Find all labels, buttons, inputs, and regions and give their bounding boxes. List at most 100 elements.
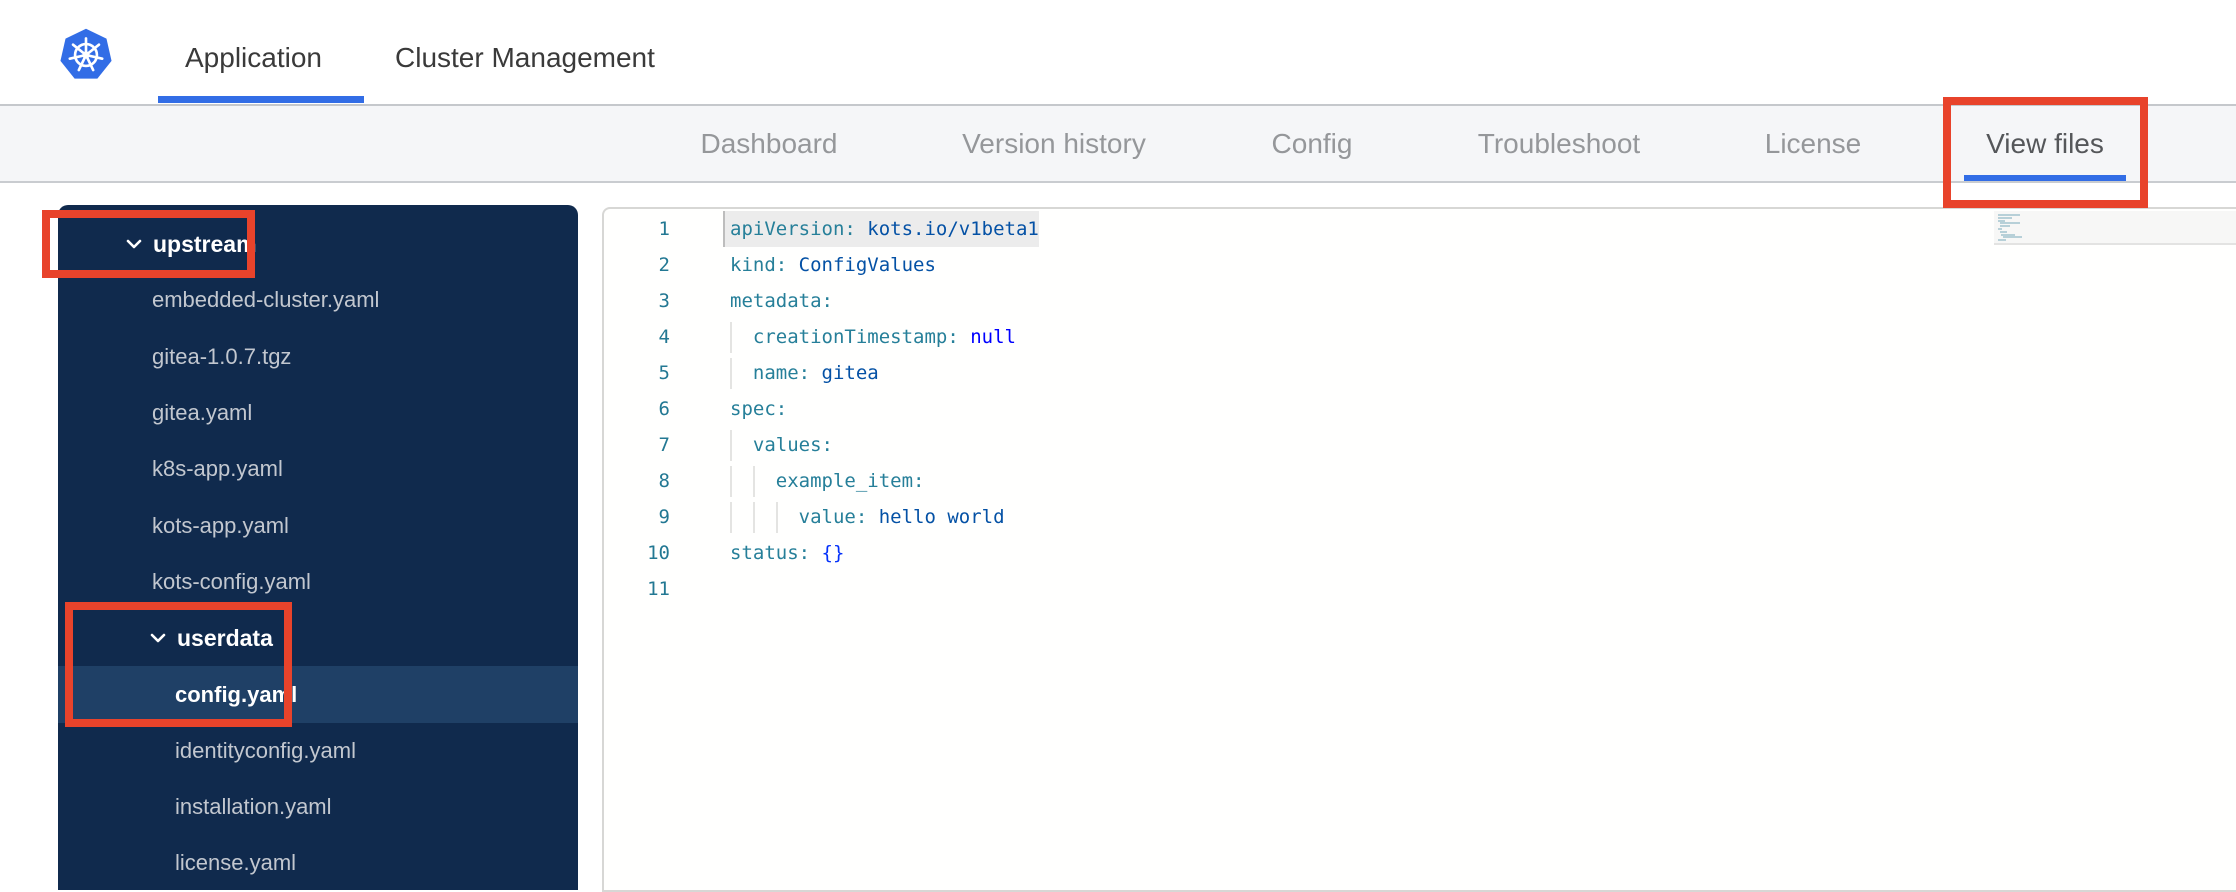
- code-line-1[interactable]: 1 apiVersion: kots.io/v1beta1: [604, 211, 2236, 247]
- code-line-2[interactable]: 2 kind: ConfigValues: [604, 247, 2236, 283]
- minimap-line-mark: [1998, 216, 2013, 219]
- view-files-active-underline: [1964, 175, 2126, 181]
- line-number: 8: [658, 470, 670, 492]
- code-line-content: metadata:: [730, 283, 833, 319]
- code-line-content: kind: ConfigValues: [730, 247, 936, 283]
- minimap-line-mark: [1998, 214, 2020, 216]
- token-key: name:: [752, 362, 811, 384]
- line-number: 2: [658, 254, 670, 276]
- tree-item-label: gitea.yaml: [152, 400, 253, 426]
- code-line-content: spec:: [730, 391, 787, 427]
- tree-item-label: config.yaml: [175, 681, 298, 707]
- code-line-content: apiVersion: kots.io/v1beta1: [723, 211, 1039, 247]
- token-keyword: null: [970, 326, 1016, 348]
- tab-cluster-management[interactable]: Cluster Management: [395, 42, 655, 74]
- code-line-4[interactable]: 4 creationTimestamp: null: [604, 319, 2236, 355]
- token-key: kind:: [730, 254, 788, 276]
- indent-guide: [730, 430, 732, 461]
- tree-file-k8s-app-yaml[interactable]: k8s-app.yaml: [58, 441, 578, 497]
- minimap-line-mark: [1998, 228, 2002, 230]
- line-number: 1: [658, 218, 670, 240]
- indent-guide: [775, 502, 778, 533]
- code-line-11[interactable]: 11: [604, 571, 2236, 607]
- tree-file-gitea-yaml[interactable]: gitea.yaml: [58, 385, 578, 441]
- tree-folder-upstream[interactable]: upstream: [58, 216, 578, 272]
- code-line-content: value: hello world: [799, 499, 1005, 535]
- code-line-content: name: gitea: [753, 355, 879, 391]
- indent-guide: [752, 466, 755, 497]
- line-number: 7: [658, 434, 670, 456]
- chevron-down-icon: [126, 239, 142, 249]
- tree-item-label: userdata: [177, 624, 273, 651]
- tree-item-label: embedded-cluster.yaml: [152, 287, 380, 313]
- token-key: apiVersion:: [730, 218, 856, 240]
- code-line-6[interactable]: 6 spec:: [604, 391, 2236, 427]
- code-line-content: status: {}: [730, 535, 844, 571]
- file-tree-sidebar: upstream embedded-cluster.yaml gitea-1.0.7…: [58, 205, 578, 890]
- tree-file-embedded-cluster-yaml[interactable]: embedded-cluster.yaml: [58, 272, 578, 328]
- tree-folder-userdata[interactable]: userdata: [58, 610, 578, 666]
- tree-file-config-yaml[interactable]: config.yaml: [58, 666, 578, 723]
- line-number: 5: [658, 362, 670, 384]
- token-bracket: {}: [821, 542, 845, 564]
- nav-tab-version-history[interactable]: Version history: [962, 128, 1146, 160]
- line-number: 10: [647, 542, 670, 564]
- tree-file-gitea-1-0-7-tgz[interactable]: gitea-1.0.7.tgz: [58, 329, 578, 385]
- token-key: metadata:: [730, 290, 833, 312]
- token-value: [959, 326, 970, 348]
- tree-item-label: installation.yaml: [175, 794, 332, 820]
- code-line-3[interactable]: 3 metadata:: [604, 283, 2236, 319]
- code-line-8[interactable]: 8 example_item:: [604, 463, 2236, 499]
- line-number: 9: [658, 506, 670, 528]
- code-line-content: example_item:: [776, 463, 925, 499]
- token-value: kots.io/v1beta1: [855, 218, 1039, 240]
- line-number: 11: [647, 578, 670, 600]
- indent-guide: [730, 502, 732, 533]
- indent-guide: [752, 502, 755, 533]
- tree-file-license-yaml[interactable]: license.yaml: [58, 835, 578, 891]
- token-value: ConfigValues: [787, 254, 936, 276]
- tree-item-label: gitea-1.0.7.tgz: [152, 343, 292, 369]
- token-value: gitea: [810, 362, 879, 384]
- token-key: example_item:: [775, 470, 925, 492]
- minimap-line-mark: [1999, 230, 2007, 233]
- tree-item-label: kots-app.yaml: [152, 512, 289, 538]
- app-header: Application Cluster Management: [0, 0, 2236, 106]
- token-key: spec:: [730, 398, 788, 420]
- code-line-5[interactable]: 5 name: gitea: [604, 355, 2236, 391]
- tab-application[interactable]: Application: [185, 42, 322, 74]
- minimap-slider[interactable]: [1994, 211, 2236, 245]
- code-line-9[interactable]: 9 value: hello world: [604, 499, 2236, 535]
- minimap-line-mark: [1998, 239, 2006, 242]
- code-line-7[interactable]: 7 values:: [604, 427, 2236, 463]
- app-navbar: Dashboard Version history Config Troublesho…: [0, 106, 2236, 183]
- token-key: values:: [752, 434, 833, 456]
- token-value: [810, 542, 821, 564]
- tree-file-installation-yaml[interactable]: installation.yaml: [58, 779, 578, 835]
- tree-item-label: license.yaml: [175, 850, 297, 876]
- token-key: creationTimestamp:: [752, 326, 959, 348]
- minimap-line-mark: [1999, 225, 2010, 228]
- line-number: 6: [658, 398, 670, 420]
- code-line-10[interactable]: 10 status: {}: [604, 535, 2236, 571]
- nav-tab-config[interactable]: Config: [1272, 128, 1353, 160]
- yaml-code-editor[interactable]: 1 apiVersion: kots.io/v1beta1 2 kind: Confi…: [602, 207, 2236, 892]
- tree-item-label: kots-config.yaml: [152, 568, 311, 594]
- active-tab-underline: [158, 96, 364, 103]
- minimap-line-mark: [2001, 233, 2015, 236]
- nav-tab-view-files[interactable]: View files: [1986, 128, 2104, 160]
- nav-tab-dashboard[interactable]: Dashboard: [701, 128, 838, 160]
- tree-file-kots-config-yaml[interactable]: kots-config.yaml: [58, 554, 578, 610]
- tree-file-identityconfig-yaml[interactable]: identityconfig.yaml: [58, 723, 578, 779]
- tree-file-kots-app-yaml[interactable]: kots-app.yaml: [58, 497, 578, 553]
- nav-tab-license[interactable]: License: [1765, 128, 1862, 160]
- indent-guide: [730, 358, 732, 389]
- nav-tab-troubleshoot[interactable]: Troubleshoot: [1478, 128, 1640, 160]
- minimap-line-mark: [1998, 219, 2006, 222]
- token-key: status:: [730, 542, 811, 564]
- tree-item-label: k8s-app.yaml: [152, 456, 283, 482]
- token-key: value:: [798, 506, 868, 528]
- code-line-content: values:: [753, 427, 833, 463]
- minimap-line-mark: [2002, 236, 2022, 239]
- token-value: hello world: [867, 506, 1005, 528]
